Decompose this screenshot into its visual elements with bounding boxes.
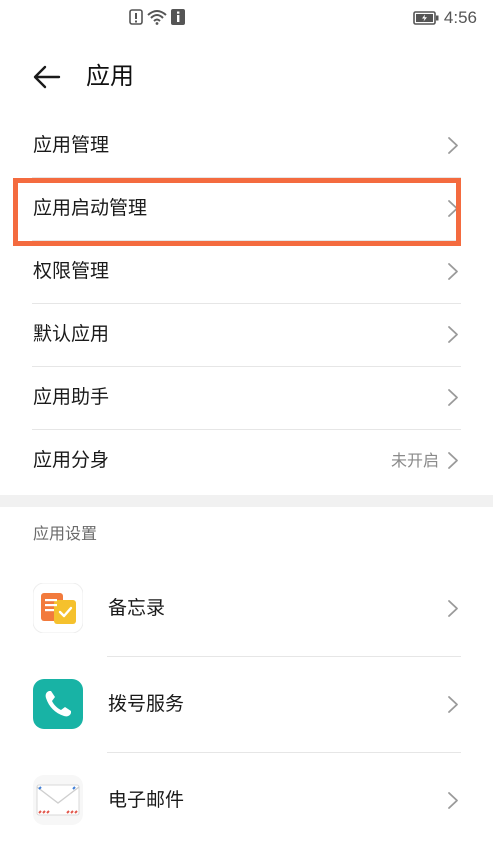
wifi-icon bbox=[147, 10, 167, 25]
section-header: 应用设置 bbox=[33, 524, 98, 543]
page-title: 应用 bbox=[86, 62, 134, 90]
menu-item-status: 未开启 bbox=[390, 451, 439, 470]
app-item-label: 拨号服务 bbox=[108, 693, 185, 715]
status-time: 4:56 bbox=[443, 8, 477, 27]
menu-item-app-twin[interactable]: 应用分身 未开启 bbox=[0, 429, 493, 492]
app-item-dialer[interactable]: 拨号服务 bbox=[0, 656, 493, 752]
chevron-right-icon bbox=[448, 137, 458, 154]
menu-item-label: 应用启动管理 bbox=[33, 197, 148, 219]
app-item-label: 电子邮件 bbox=[108, 789, 185, 811]
menu-item-label: 默认应用 bbox=[33, 323, 110, 345]
menu-item-label: 权限管理 bbox=[33, 260, 110, 282]
chevron-right-icon bbox=[448, 263, 458, 280]
battery-icon bbox=[413, 11, 439, 25]
app-header: 应用 bbox=[0, 52, 493, 102]
app-item-email[interactable]: 电子邮件 bbox=[0, 752, 493, 848]
menu-item-app-launch-management[interactable]: 应用启动管理 bbox=[0, 177, 493, 240]
menu-item-app-assistant[interactable]: 应用助手 bbox=[0, 366, 493, 429]
menu-item-app-management[interactable]: 应用管理 bbox=[0, 114, 493, 177]
notification-alert-icon bbox=[129, 9, 143, 25]
app-item-memo[interactable]: 备忘录 bbox=[0, 560, 493, 656]
menu-item-label: 应用分身 bbox=[33, 449, 110, 471]
memo-app-icon bbox=[33, 583, 83, 633]
menu-item-default-apps[interactable]: 默认应用 bbox=[0, 303, 493, 366]
section-divider bbox=[0, 495, 493, 507]
back-arrow-icon[interactable] bbox=[32, 62, 62, 92]
email-app-icon bbox=[33, 775, 83, 825]
phone-app-icon bbox=[33, 679, 83, 729]
chevron-right-icon bbox=[448, 326, 458, 343]
menu-item-label: 应用管理 bbox=[33, 134, 110, 156]
status-right: 4:56 bbox=[413, 8, 477, 28]
status-icons bbox=[129, 9, 185, 25]
menu-item-label: 应用助手 bbox=[33, 386, 110, 408]
menu-item-permission-management[interactable]: 权限管理 bbox=[0, 240, 493, 303]
chevron-right-icon bbox=[448, 696, 458, 713]
chevron-right-icon bbox=[448, 792, 458, 809]
chevron-right-icon bbox=[448, 600, 458, 617]
chevron-right-icon bbox=[448, 452, 458, 469]
chevron-right-icon bbox=[448, 200, 458, 217]
status-bar: 4:56 bbox=[0, 0, 493, 38]
chevron-right-icon bbox=[448, 389, 458, 406]
app-settings-list: 备忘录 拨号服务 电子邮件 bbox=[0, 560, 493, 848]
info-icon bbox=[171, 9, 185, 25]
app-item-label: 备忘录 bbox=[108, 597, 166, 619]
menu-list: 应用管理 应用启动管理 权限管理 默认应用 应用助手 应用分身 未开启 bbox=[0, 114, 493, 492]
